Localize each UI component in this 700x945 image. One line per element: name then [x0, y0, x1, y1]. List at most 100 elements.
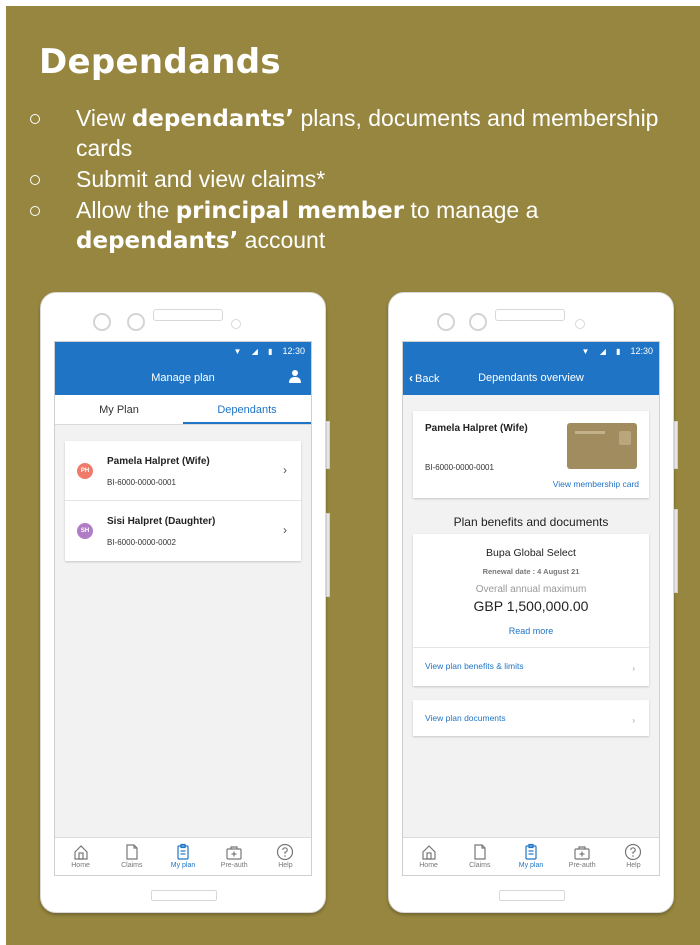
avatar: PH	[77, 463, 93, 479]
nav-item-help[interactable]: Help	[260, 838, 311, 875]
signal-icons: ▼ ◢ ▮	[233, 347, 277, 356]
phone-sensor	[231, 319, 241, 329]
annual-maximum-value: GBP 1,500,000.00	[473, 598, 589, 614]
section-title: Plan benefits and documents	[453, 515, 609, 529]
help-icon	[277, 843, 294, 861]
feature-bullet: View dependants’ plans, documents and me…	[30, 104, 670, 163]
clipboard-icon	[525, 843, 537, 860]
slide-background: Dependands View dependants’ plans, docum…	[6, 6, 700, 945]
nav-label: Help	[626, 862, 641, 869]
dependant-row-pamela[interactable]: PH Pamela Halpret (Wife) BI-6000-0000-00…	[65, 441, 301, 501]
dependant-member-id: BI-6000-0000-0002	[107, 538, 176, 547]
nav-label: Pre-auth	[568, 862, 596, 869]
dependant-member-id: BI-6000-0000-0001	[107, 478, 176, 487]
status-bar: ▼ ◢ ▮ 12:30	[403, 342, 659, 361]
nav-item-my-plan[interactable]: My plan	[157, 838, 208, 875]
app-header: Manage plan	[55, 361, 311, 395]
view-membership-card-link[interactable]: View membership card	[553, 479, 639, 489]
dependants-list: PH Pamela Halpret (Wife) BI-6000-0000-00…	[65, 441, 301, 561]
plan-tabs: My Plan Dependants	[55, 395, 311, 425]
member-id: BI-6000-0000-0001	[425, 463, 494, 472]
phone-speaker	[153, 309, 223, 321]
bullet-text: to manage a	[404, 197, 539, 223]
phone-screen: ▼ ◢ ▮ 12:30 Manage plan My Plan Dependant…	[54, 341, 312, 876]
bullet-text: Allow the	[76, 197, 176, 223]
status-time: 12:30	[282, 346, 305, 356]
bullet-text: View	[76, 105, 132, 131]
phone-sensor	[437, 313, 455, 331]
nav-label: My plan	[518, 862, 544, 869]
nav-label: Claims	[469, 862, 491, 869]
feature-bullet: Submit and view claims*	[30, 165, 670, 194]
phone-frame-dependants-overview: ▼ ◢ ▮ 12:30 ‹ Back Dependants overview Pam…	[388, 292, 678, 913]
tab-my-plan[interactable]: My Plan	[55, 395, 183, 424]
status-time: 12:30	[630, 346, 653, 356]
chevron-right-icon: ›	[283, 463, 287, 477]
view-plan-benefits-link[interactable]: View plan benefits & limits	[425, 661, 524, 671]
document-icon	[126, 844, 138, 860]
view-plan-documents-link[interactable]: View plan documents	[425, 713, 506, 723]
nav-label: My plan	[170, 862, 196, 869]
nav-item-my-plan[interactable]: My plan	[505, 838, 556, 875]
home-icon	[421, 845, 436, 860]
bullet-emphasis: principal member	[175, 198, 405, 224]
medical-kit-icon	[226, 846, 242, 860]
nav-label: Home	[71, 862, 90, 869]
home-icon	[73, 845, 88, 860]
bullet-text: account	[238, 227, 326, 253]
member-card: Pamela Halpret (Wife) BI-6000-0000-0001 …	[413, 411, 649, 498]
plan-documents-card[interactable]: View plan documents ›	[413, 700, 649, 736]
clipboard-icon	[177, 843, 189, 860]
divider	[413, 647, 649, 648]
phone-home-button	[151, 890, 217, 901]
avatar: SH	[77, 523, 93, 539]
bullet-circle-icon	[30, 175, 40, 185]
dependant-name: Pamela Halpret (Wife)	[107, 456, 210, 467]
phone-side-button	[674, 509, 678, 593]
phone-side-button	[326, 513, 330, 597]
membership-card-image	[567, 423, 637, 469]
phone-speaker	[495, 309, 565, 321]
bullet-text: Submit and view claims*	[76, 166, 326, 192]
nav-label: Home	[419, 862, 438, 869]
dependant-name: Sisi Halpret (Daughter)	[107, 516, 216, 527]
help-icon	[625, 843, 642, 861]
status-bar: ▼ ◢ ▮ 12:30	[55, 342, 311, 361]
phone-side-button	[326, 421, 330, 469]
bottom-navigation: Home Claims My plan Pre-auth Help	[403, 837, 659, 875]
chevron-right-icon: ›	[632, 716, 635, 725]
nav-item-home[interactable]: Home	[55, 838, 106, 875]
signal-icons: ▼ ◢ ▮	[581, 347, 625, 356]
dependant-row-sisi[interactable]: SH Sisi Halpret (Daughter) BI-6000-0000-…	[65, 501, 301, 561]
nav-item-home[interactable]: Home	[403, 838, 454, 875]
phone-sensor	[575, 319, 585, 329]
nav-label: Help	[278, 862, 293, 869]
plan-card: Bupa Global Select Renewal date : 4 Augu…	[413, 534, 649, 686]
feature-bullet: Allow the principal member to manage a d…	[30, 196, 670, 256]
tab-dependants[interactable]: Dependants	[183, 395, 311, 424]
plan-name: Bupa Global Select	[486, 547, 576, 559]
header-title: Manage plan	[151, 372, 215, 384]
nav-item-help[interactable]: Help	[608, 838, 659, 875]
feature-bullet-list: View dependants’ plans, documents and me…	[30, 104, 670, 258]
bullet-circle-icon	[30, 206, 40, 216]
phone-camera	[469, 313, 487, 331]
nav-item-pre-auth[interactable]: Pre-auth	[209, 838, 260, 875]
header-title: Dependants overview	[478, 372, 584, 384]
chevron-right-icon: ›	[283, 523, 287, 537]
nav-item-claims[interactable]: Claims	[454, 838, 505, 875]
nav-label: Pre-auth	[220, 862, 248, 869]
read-more-link[interactable]: Read more	[413, 626, 649, 636]
bullet-emphasis: dependants’	[131, 106, 295, 132]
profile-icon[interactable]	[289, 370, 301, 384]
chevron-right-icon: ›	[632, 664, 635, 673]
bullet-emphasis: dependants’	[76, 228, 239, 254]
phone-frame-manage-plan: ▼ ◢ ▮ 12:30 Manage plan My Plan Dependant…	[40, 292, 330, 913]
phone-home-button	[499, 890, 565, 901]
nav-item-pre-auth[interactable]: Pre-auth	[557, 838, 608, 875]
bottom-navigation: Home Claims My plan Pre-auth Help	[55, 837, 311, 875]
bullet-circle-icon	[30, 114, 40, 124]
nav-label: Claims	[121, 862, 143, 869]
nav-item-claims[interactable]: Claims	[106, 838, 157, 875]
medical-kit-icon	[574, 846, 590, 860]
